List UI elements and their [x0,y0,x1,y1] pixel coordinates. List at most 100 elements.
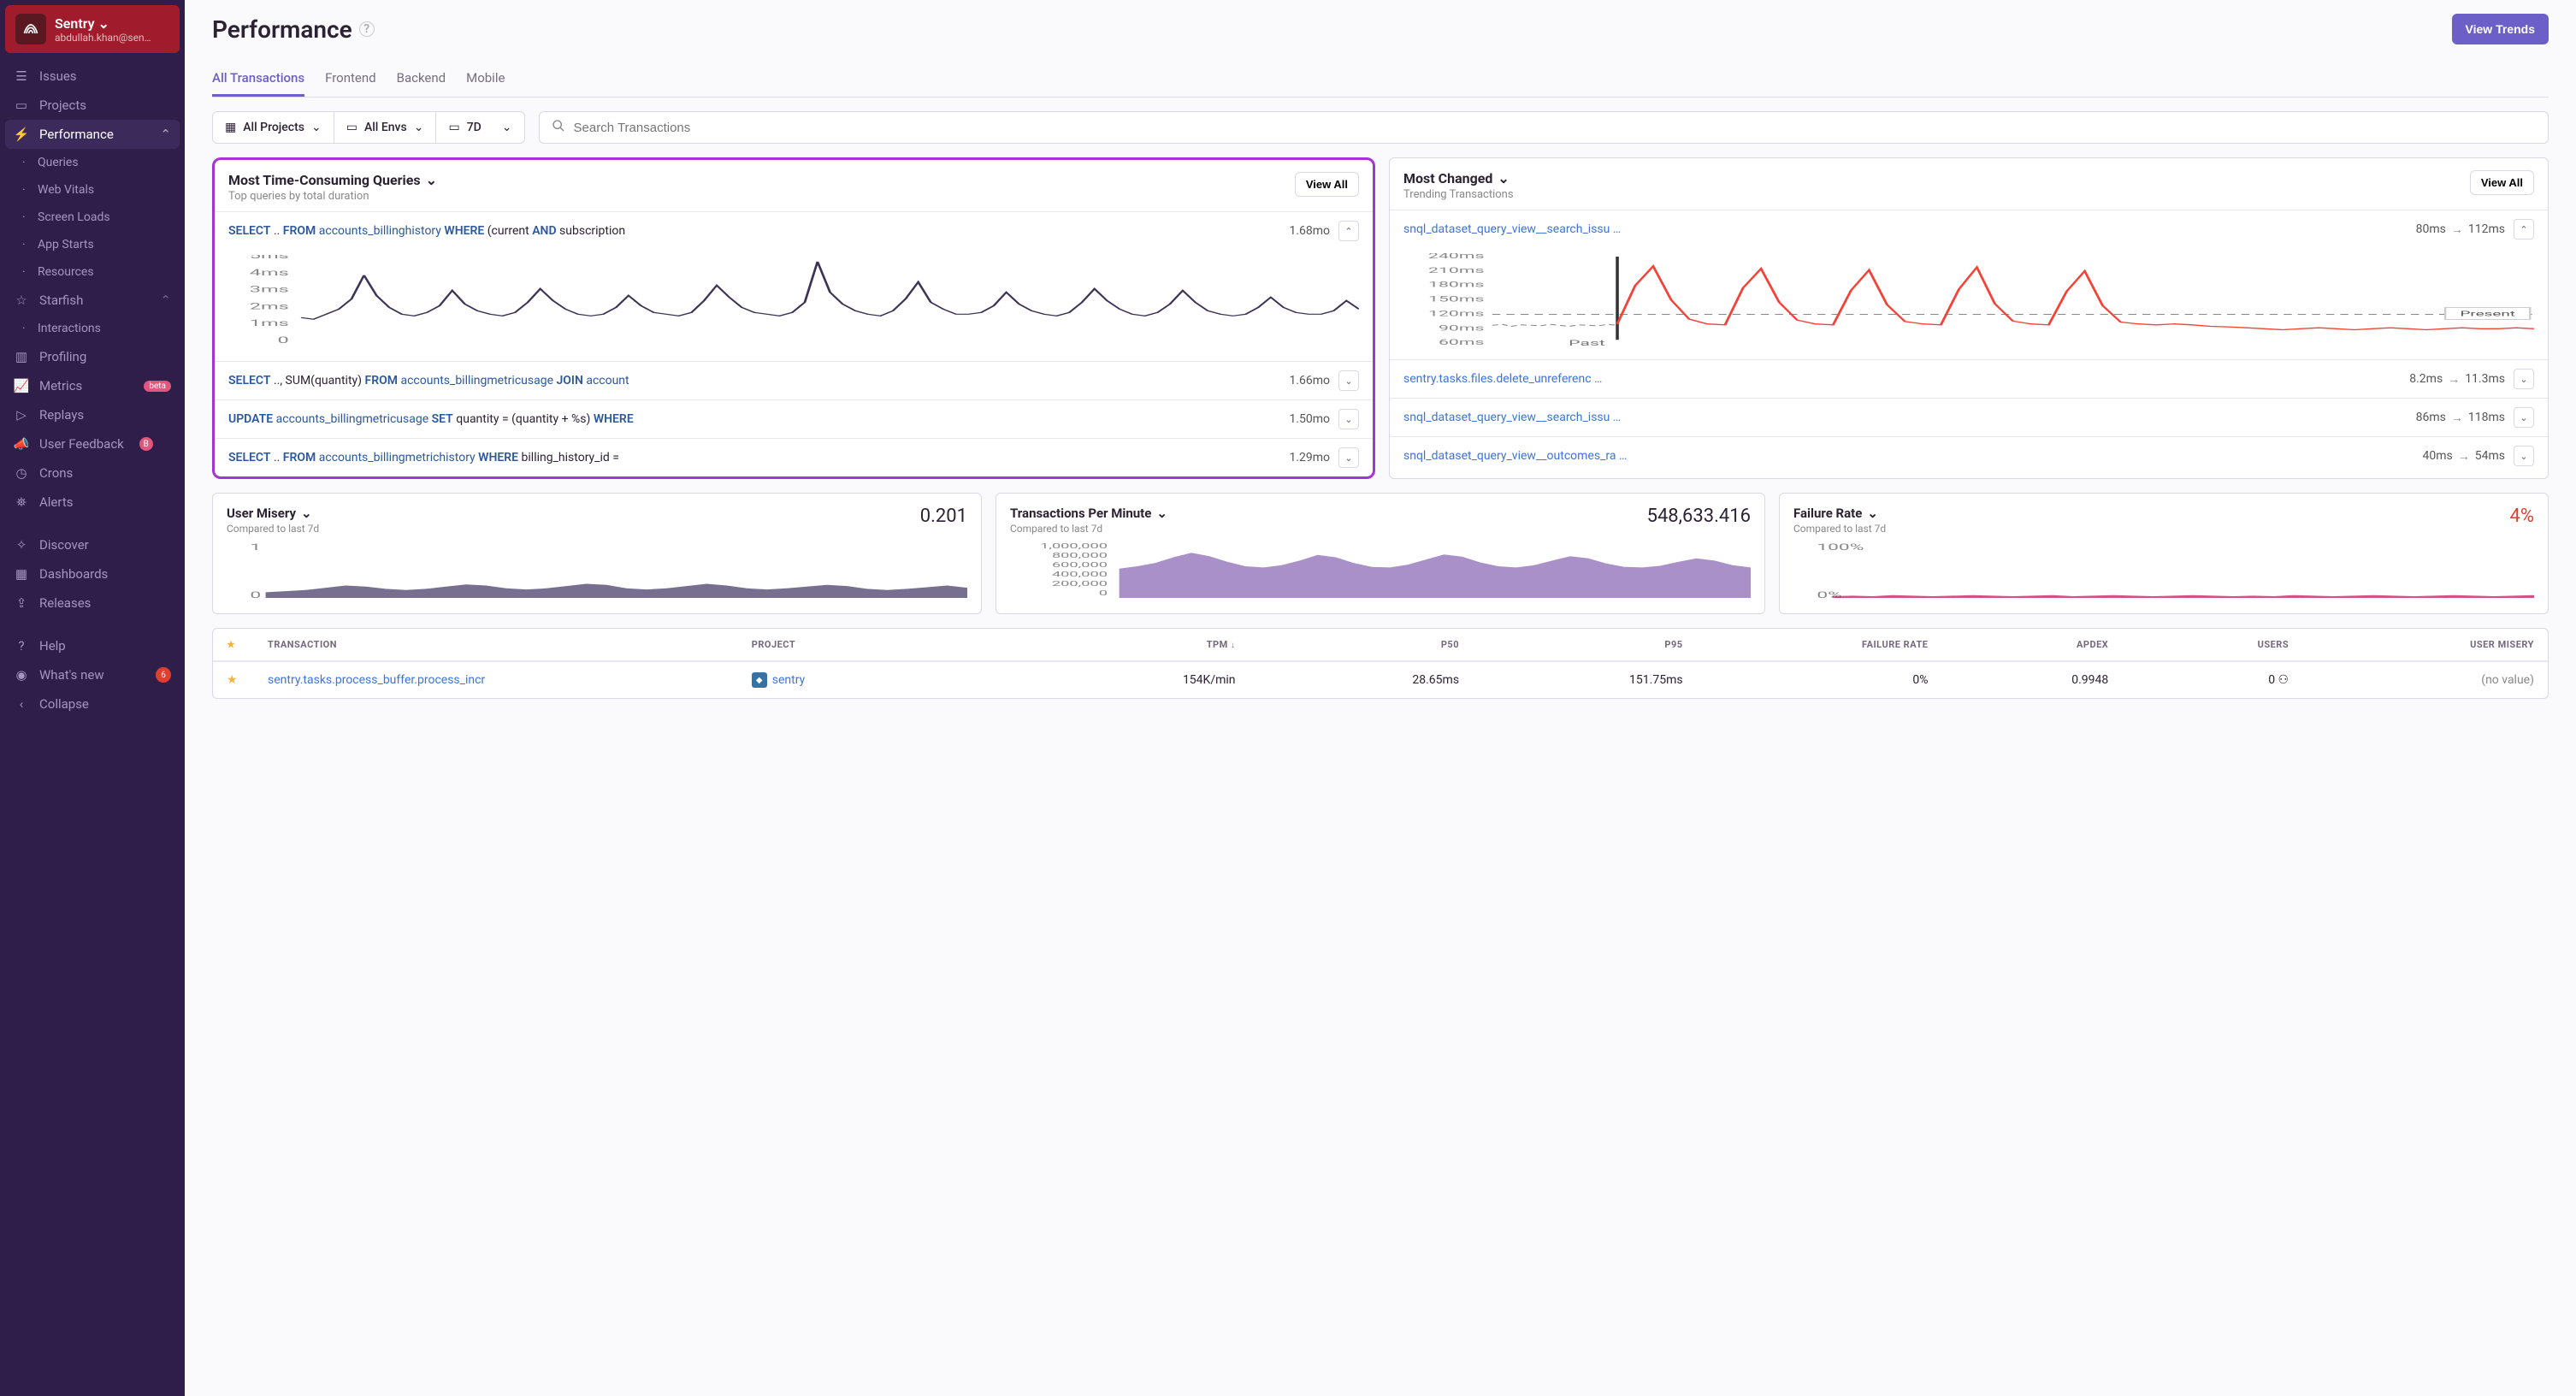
chevron-down-icon[interactable]: ⌄ [1867,506,1878,521]
chevron-down-icon[interactable]: ⌄ [1338,409,1359,429]
sidebar-item-user-feedback[interactable]: 📣User FeedbackB [0,429,185,458]
sidebar-item-profiling[interactable]: ▥Profiling [0,342,185,371]
search-box[interactable] [539,111,2549,144]
chevron-down-icon[interactable]: ⌄ [301,506,312,521]
svg-text:180ms: 180ms [1428,280,1484,288]
trend-row-expanded[interactable]: snql_dataset_query_view__search_issu … 8… [1390,210,2548,248]
chevron-down-icon[interactable]: ⌄ [1156,506,1167,521]
sidebar-item-resources[interactable]: Resources [0,258,185,286]
query-row[interactable]: SELECT .. FROM accounts_billingmetrichis… [215,438,1373,476]
sidebar-item-issues[interactable]: ☰Issues [0,62,185,91]
trend-name[interactable]: snql_dataset_query_view__outcomes_ra … [1403,449,2414,463]
sidebar-item-crons[interactable]: ◷Crons [0,458,185,488]
beta-badge: beta [144,381,171,392]
sidebar-item-replays[interactable]: ▷Replays [0,400,185,429]
sidebar-item-projects[interactable]: ▭Projects [0,91,185,120]
sidebar-item-alerts[interactable]: ⛯Alerts [0,488,185,517]
chevron-down-icon[interactable]: ⌄ [2514,407,2534,428]
users-cell: 0 ⚇ [2115,673,2289,687]
changed-chart: 240ms210ms180ms150ms120ms90ms60msPastPre… [1390,248,2548,359]
trend-name[interactable]: snql_dataset_query_view__search_issu … [1403,411,2408,424]
th-transaction[interactable]: TRANSACTION [268,639,745,650]
chevron-up-icon[interactable]: ⌃ [1338,221,1359,241]
sidebar-item-performance[interactable]: ⚡Performance⌃ [5,120,180,149]
chevron-down-icon[interactable]: ⌄ [1498,170,1509,186]
play-icon: ▷ [14,407,29,423]
sidebar-item-metrics[interactable]: 📈Metricsbeta [0,371,185,400]
svg-text:1ms: 1ms [250,318,289,328]
query-row[interactable]: UPDATE accounts_billingmetricusage SET q… [215,399,1373,438]
transaction-link[interactable]: sentry.tasks.process_buffer.process_incr [268,673,745,687]
view-all-button[interactable]: View All [1295,172,1359,197]
sidebar-item-label: Collapse [39,696,89,712]
p95-cell: 151.75ms [1466,673,1683,687]
releases-icon: ⇪ [14,595,29,611]
th-apdex[interactable]: APDEX [1935,639,2108,650]
sidebar-item-dashboards[interactable]: ▦Dashboards [0,559,185,589]
sidebar-item-discover[interactable]: ✧Discover [0,530,185,559]
env-filter[interactable]: ▭ All Envs ⌄ [334,112,437,143]
period-filter[interactable]: ▭ 7D ⌄ [436,112,523,143]
mini-subtitle: Compared to last 7d [1010,523,1167,535]
th-failure-rate[interactable]: FAILURE RATE [1690,639,1929,650]
sidebar-item-app-starts[interactable]: App Starts [0,231,185,258]
mini-title: Transactions Per Minute [1010,506,1151,521]
chevron-down-icon[interactable]: ⌄ [426,172,437,188]
sidebar-item-queries[interactable]: Queries [0,149,185,176]
chevron-down-icon[interactable]: ⌄ [2514,446,2534,466]
sidebar-item-collapse[interactable]: ‹Collapse [0,689,185,719]
tabs: All Transactions Frontend Backend Mobile [212,62,2549,98]
sidebar-item-web-vitals[interactable]: Web Vitals [0,176,185,204]
th-p95[interactable]: P95 [1466,639,1683,650]
chevron-down-icon: ⌄ [414,121,424,134]
sidebar-item-screen-loads[interactable]: Screen Loads [0,204,185,231]
th-user-misery[interactable]: USER MISERY [2295,639,2534,650]
help-icon[interactable]: ? [359,21,375,37]
project-cell[interactable]: ◆sentry [752,672,1012,688]
view-trends-button[interactable]: View Trends [2452,14,2549,44]
view-all-button[interactable]: View All [2470,170,2534,195]
trend-values: 40ms→54ms [2423,449,2506,464]
tab-mobile[interactable]: Mobile [466,62,505,97]
trend-row[interactable]: snql_dataset_query_view__search_issu … 8… [1390,398,2548,436]
search-input[interactable] [574,121,2536,135]
table-row[interactable]: ★ sentry.tasks.process_buffer.process_in… [213,661,2548,698]
sidebar-item-help[interactable]: ?Help [0,631,185,660]
tab-frontend[interactable]: Frontend [325,62,375,97]
star-icon[interactable]: ★ [227,673,238,687]
th-tpm[interactable]: TPM ↓ [1019,639,1236,650]
trend-values: 8.2ms→11.3ms [2409,372,2505,387]
sort-desc-icon: ↓ [1231,641,1236,650]
th-users[interactable]: USERS [2115,639,2289,650]
arrow-right-icon: → [2458,449,2470,464]
trend-row[interactable]: sentry.tasks.files.delete_unreferenc … 8… [1390,359,2548,398]
org-switcher[interactable]: Sentry ⌄ abdullah.khan@sen… [5,5,180,53]
svg-text:0: 0 [278,335,289,346]
query-row-expanded[interactable]: SELECT .. FROM accounts_billinghistory W… [215,211,1373,250]
query-row[interactable]: SELECT .., SUM(quantity) FROM accounts_b… [215,361,1373,399]
python-icon: ◆ [752,672,767,688]
chevron-down-icon[interactable]: ⌄ [2514,369,2534,389]
chevron-down-icon[interactable]: ⌄ [1338,370,1359,391]
sidebar-item-interactions[interactable]: Interactions [0,315,185,342]
p50-cell: 28.65ms [1243,673,1460,687]
mini-value: 0.201 [920,506,967,527]
tab-all-transactions[interactable]: All Transactions [212,62,304,97]
trend-name[interactable]: sentry.tasks.files.delete_unreferenc … [1403,372,2401,386]
chevron-up-icon[interactable]: ⌃ [2514,219,2534,240]
sidebar-item-starfish[interactable]: ☆Starfish⌃ [0,286,185,315]
sidebar-item-label: Projects [39,98,86,113]
arrow-right-icon: → [2448,372,2460,387]
projects-filter[interactable]: ▦ All Projects ⌄ [213,112,334,143]
trend-row[interactable]: snql_dataset_query_view__outcomes_ra … 4… [1390,436,2548,475]
query-chart: 5ms4ms3ms2ms1ms0 [215,250,1373,361]
th-project[interactable]: PROJECT [752,639,1012,650]
th-p50[interactable]: P50 [1243,639,1460,650]
grid-icon: ▦ [14,566,29,582]
sidebar-item-what-s-new[interactable]: ◉What's new6 [0,660,185,689]
chevron-down-icon[interactable]: ⌄ [1338,447,1359,468]
sidebar-item-label: Metrics [39,378,82,393]
trend-name[interactable]: snql_dataset_query_view__search_issu … [1403,222,2408,236]
sidebar-item-releases[interactable]: ⇪Releases [0,589,185,618]
tab-backend[interactable]: Backend [397,62,446,97]
